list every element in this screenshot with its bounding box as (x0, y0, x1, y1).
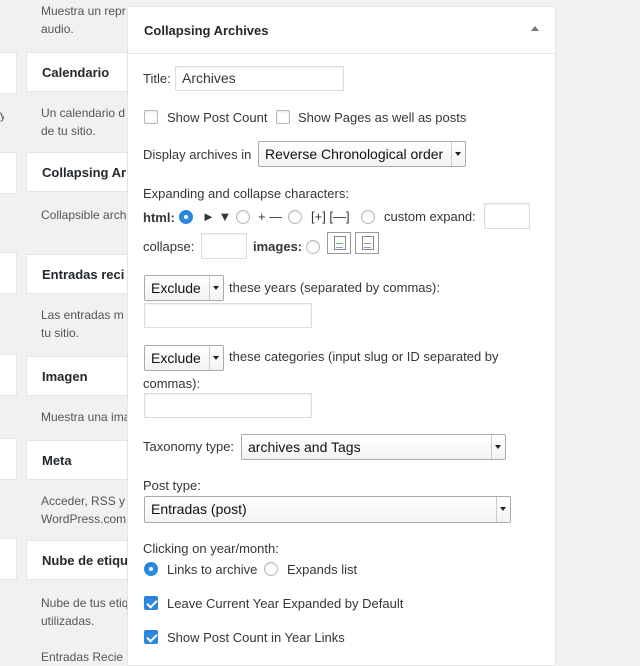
categories-label-continued: commas): (143, 376, 201, 391)
left-widget-stub (0, 354, 17, 396)
widget-description: Collapsible arch (41, 208, 127, 222)
display-order-value: Reverse Chronological order (265, 146, 444, 162)
collapse-toggle-icon[interactable] (531, 26, 539, 31)
clicking-label: Clicking on year/month: (143, 541, 279, 556)
display-archives-label: Display archives in (143, 147, 252, 162)
post-type-value: Entradas (post) (151, 501, 247, 517)
widget-title: Collapsing Ar (42, 165, 127, 180)
custom-expand-input[interactable] (484, 203, 530, 229)
custom-collapse-input[interactable] (201, 233, 247, 259)
widget-description: Acceder, RSS y WordPress.com (41, 494, 127, 526)
taxonomy-value: archives and Tags (248, 439, 361, 455)
widget-description: Muestra una ima (41, 410, 131, 424)
widget-title: Entradas reci (42, 267, 125, 282)
post-type-label: Post type: (143, 478, 201, 493)
widget-description: Nube de tus etiq utilizadas. (41, 596, 129, 628)
taxonomy-label: Taxonomy type: (143, 439, 235, 454)
widget-description: Un calendario d de tu sitio. (41, 106, 126, 138)
widget-description: Muestra un repr audio. (41, 4, 126, 36)
panel-title: Collapsing Archives (144, 23, 269, 38)
show-pages-label: Show Pages as well as posts (298, 110, 467, 125)
left-widget-stub (0, 438, 17, 480)
years-input[interactable] (144, 303, 312, 328)
expand-style-custom-radio[interactable] (361, 210, 375, 224)
exclude-categories-select[interactable]: Exclude (144, 345, 224, 371)
expand-style-plusminus-radio[interactable] (236, 210, 250, 224)
exclude-categories-value: Exclude (151, 350, 201, 366)
taxonomy-select[interactable]: archives and Tags (241, 434, 506, 460)
widget-panel-header[interactable]: Collapsing Archives (128, 7, 555, 54)
widget-description: Las entradas m tu sitio. (41, 308, 124, 340)
chevron-down-icon (496, 497, 510, 522)
chevron-down-icon (209, 276, 223, 300)
expand-style-brackets-radio[interactable] (288, 210, 302, 224)
title-input-value: Archives (182, 70, 236, 86)
chevron-down-icon (209, 346, 223, 370)
expanding-label: Expanding and collapse characters: (143, 186, 349, 201)
links-to-archive-radio[interactable] (144, 562, 158, 576)
exclude-years-select[interactable]: Exclude (144, 275, 224, 301)
show-post-count-checkbox[interactable] (144, 110, 158, 124)
categories-input[interactable] (144, 393, 312, 418)
categories-label: these categories (input slug or ID separ… (229, 349, 499, 364)
display-order-select[interactable]: Reverse Chronological order (258, 141, 466, 167)
widget-title: Calendario (42, 65, 110, 80)
show-count-year-checkbox[interactable] (144, 630, 158, 644)
brackets-option-label: [+] [—] (311, 209, 350, 224)
widget-description: Entradas Recie (41, 650, 124, 664)
show-count-year-label: Show Post Count in Year Links (167, 630, 345, 645)
expand-style-images-radio[interactable] (306, 240, 320, 254)
title-label: Title: (143, 71, 171, 86)
expands-list-radio[interactable] (264, 562, 278, 576)
chevron-down-icon (491, 435, 505, 459)
triangle-option-label: ► ▼ (202, 209, 232, 224)
expands-list-label: Expands list (287, 562, 358, 577)
widget-title: Nube de etiqu (42, 553, 128, 568)
custom-expand-label: custom expand: (384, 209, 476, 224)
links-to-archive-label: Links to archive (167, 562, 258, 577)
left-widget-stub (0, 252, 17, 294)
post-type-select[interactable]: Entradas (post) (144, 496, 511, 523)
leave-expanded-checkbox[interactable] (144, 596, 158, 610)
years-label: these years (separated by commas): (229, 280, 440, 295)
expand-image-icon (327, 232, 351, 254)
left-widget-stub (0, 152, 17, 194)
left-widget-stub (0, 52, 17, 94)
title-input[interactable]: Archives (175, 66, 344, 91)
leave-expanded-label: Leave Current Year Expanded by Default (167, 596, 404, 611)
exclude-years-value: Exclude (151, 280, 201, 296)
widget-description-fragment: y (0, 108, 4, 122)
chevron-down-icon (451, 142, 465, 166)
show-pages-checkbox[interactable] (276, 110, 290, 124)
collapse-image-icon (355, 232, 379, 254)
show-post-count-label: Show Post Count (167, 110, 268, 125)
images-label: images: (253, 239, 303, 254)
html-label: html: (143, 210, 175, 225)
collapse-label: collapse: (143, 239, 195, 254)
expand-style-triangle-radio[interactable] (179, 210, 193, 224)
widget-title: Meta (42, 453, 72, 468)
plusminus-option-label: + — (258, 209, 283, 224)
widget-title: Imagen (42, 369, 88, 384)
left-widget-stub (0, 538, 17, 580)
